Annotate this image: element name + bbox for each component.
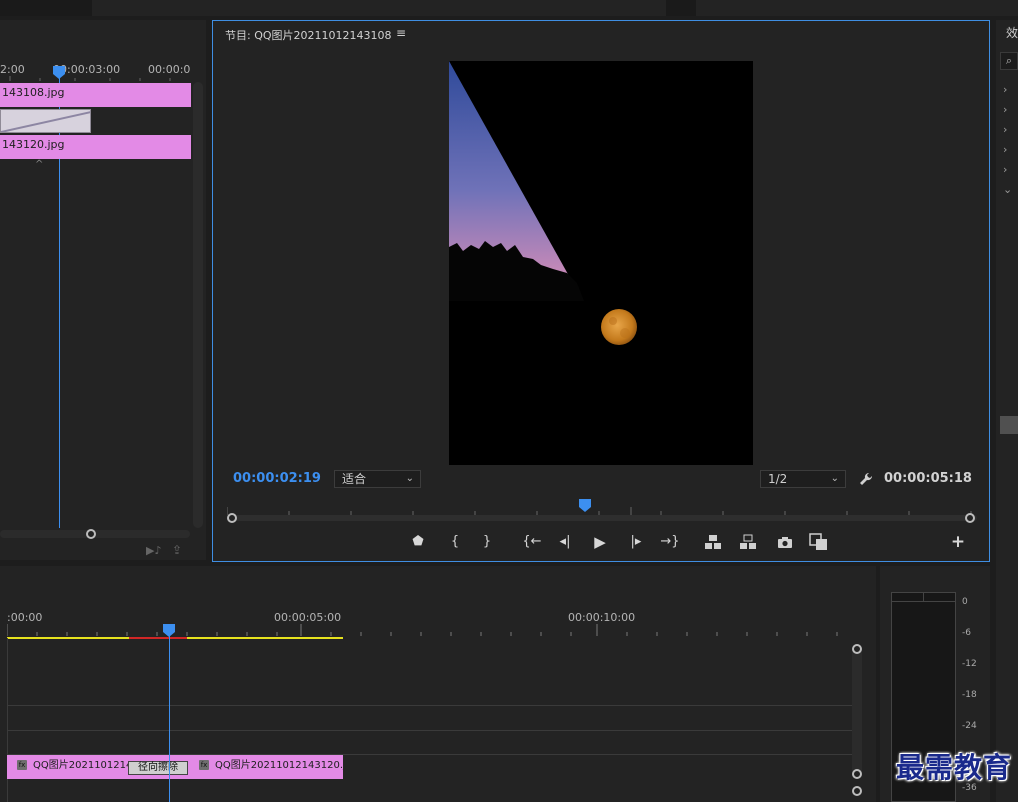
resolution-label: 1/2 bbox=[768, 472, 788, 486]
scroll-bottom-handle[interactable] bbox=[852, 769, 862, 779]
go-to-in-button[interactable]: {← bbox=[519, 531, 545, 553]
effects-panel-header: 效 bbox=[1006, 26, 1018, 40]
track-divider bbox=[7, 730, 852, 731]
source-timeline-panel: 2:00 00:00:03:00 00:00:0 143108.jpg 1431… bbox=[0, 20, 206, 560]
scroll-handle[interactable] bbox=[852, 786, 862, 796]
playback-resolution-dropdown[interactable]: 1/2 ⌄ bbox=[760, 470, 846, 488]
scrub-bar[interactable] bbox=[227, 515, 977, 521]
program-monitor: 节目: QQ图片20211012143108 ≡ 00:00:02:19 适合 … bbox=[212, 20, 990, 562]
clip-b-label: QQ图片20211012143120.jpg bbox=[215, 760, 343, 771]
chevron-down-icon: ⌄ bbox=[830, 473, 839, 484]
ruler-label: :00:00 bbox=[7, 611, 43, 624]
meter-divider bbox=[923, 593, 924, 601]
ruler-label: 00:00:05:00 bbox=[274, 611, 342, 624]
top-tab-bar-segment bbox=[696, 0, 1018, 16]
meter-label: -24 bbox=[962, 721, 977, 731]
lift-icon[interactable] bbox=[704, 534, 722, 550]
top-tab-bar-segment bbox=[92, 0, 666, 16]
extract-icon[interactable] bbox=[739, 534, 757, 550]
video-frame bbox=[449, 61, 753, 465]
panel-title: 节目: QQ图片20211012143108 bbox=[225, 29, 392, 42]
add-button[interactable]: + bbox=[947, 531, 969, 553]
effects-panel: 效 ⌕ › › › › › ⌄ bbox=[996, 20, 1018, 802]
step-forward-button[interactable]: |▸ bbox=[625, 531, 647, 553]
chevron-down-icon: ⌄ bbox=[405, 473, 414, 484]
effects-tree-expanders[interactable]: › › › › › ⌄ bbox=[1003, 80, 1012, 200]
caret-up-icon: ^ bbox=[35, 159, 44, 170]
zoom-fit-dropdown[interactable]: 适合 ⌄ bbox=[334, 470, 421, 488]
meter-label: -18 bbox=[962, 690, 977, 700]
camera-icon[interactable] bbox=[777, 536, 793, 549]
clip-bottom[interactable]: 143120.jpg bbox=[0, 135, 191, 159]
audio-output-icon[interactable]: ▶♪ bbox=[146, 544, 161, 557]
main-timeline-panel: :00:00 00:00:05:00 00:00:10:00 fx QQ图片202… bbox=[0, 566, 876, 802]
panel-scrollbar-thumb[interactable] bbox=[1000, 416, 1018, 434]
ruler-label: 00:00:0 bbox=[148, 63, 191, 76]
mark-in-button[interactable]: { bbox=[444, 531, 466, 553]
add-marker-button[interactable]: ⬟ bbox=[407, 531, 429, 553]
search-icon[interactable]: ⌕ bbox=[1000, 52, 1018, 70]
meter-header-line bbox=[892, 601, 955, 602]
timeline-clip-b[interactable]: fx QQ图片20211012143120.jpg bbox=[189, 755, 343, 779]
transition-clip[interactable] bbox=[0, 109, 91, 133]
fx-badge: fx bbox=[17, 760, 27, 770]
timeline-playhead-line bbox=[169, 636, 170, 802]
zoom-fit-label: 适合 bbox=[342, 472, 367, 486]
monitor-time-ruler[interactable] bbox=[227, 499, 977, 515]
ruler-label: 2:00 bbox=[0, 63, 25, 76]
meter-label: -12 bbox=[962, 659, 977, 669]
timeline-ruler-ticks[interactable] bbox=[7, 624, 852, 638]
export-icon[interactable]: ⇪ bbox=[172, 543, 182, 557]
meter-label: -6 bbox=[962, 628, 971, 638]
play-button[interactable]: ▶ bbox=[589, 531, 611, 553]
duration-timecode: 00:00:05:18 bbox=[884, 471, 972, 486]
compare-icon[interactable] bbox=[809, 533, 829, 551]
scrub-start-handle[interactable] bbox=[227, 513, 237, 523]
clip-a-label: QQ图片2021101214 bbox=[33, 760, 133, 771]
track-divider bbox=[7, 705, 852, 706]
meter-label: 0 bbox=[962, 597, 968, 607]
wrench-icon[interactable] bbox=[858, 471, 874, 487]
transition-label[interactable]: 径向擦除 bbox=[128, 761, 188, 775]
render-bar-ok bbox=[7, 637, 129, 639]
scrub-end-handle[interactable] bbox=[965, 513, 975, 523]
panel-menu-icon[interactable]: ≡ bbox=[396, 26, 406, 40]
ruler-label: 00:00:10:00 bbox=[568, 611, 636, 624]
top-tab-strip bbox=[0, 0, 1018, 16]
current-timecode[interactable]: 00:00:02:19 bbox=[233, 471, 321, 486]
scroll-top-handle[interactable] bbox=[852, 644, 862, 654]
go-to-out-button[interactable]: →} bbox=[657, 531, 683, 553]
transition-diagonal bbox=[1, 111, 90, 132]
ruler-ticks bbox=[9, 76, 171, 81]
mark-out-button[interactable]: } bbox=[476, 531, 498, 553]
clip-top[interactable]: 143108.jpg bbox=[0, 83, 191, 107]
step-back-button[interactable]: ◂| bbox=[554, 531, 576, 553]
scroll-handle[interactable] bbox=[86, 529, 96, 539]
render-bar-ok bbox=[187, 637, 343, 639]
fx-badge: fx bbox=[199, 760, 209, 770]
video-image bbox=[449, 61, 637, 345]
timeline-vertical-scrollbar[interactable] bbox=[852, 648, 862, 778]
watermark-logo: 最需教育 bbox=[895, 751, 1012, 784]
render-bar-needs-render bbox=[129, 637, 187, 639]
vertical-scrollbar[interactable] bbox=[193, 82, 203, 528]
